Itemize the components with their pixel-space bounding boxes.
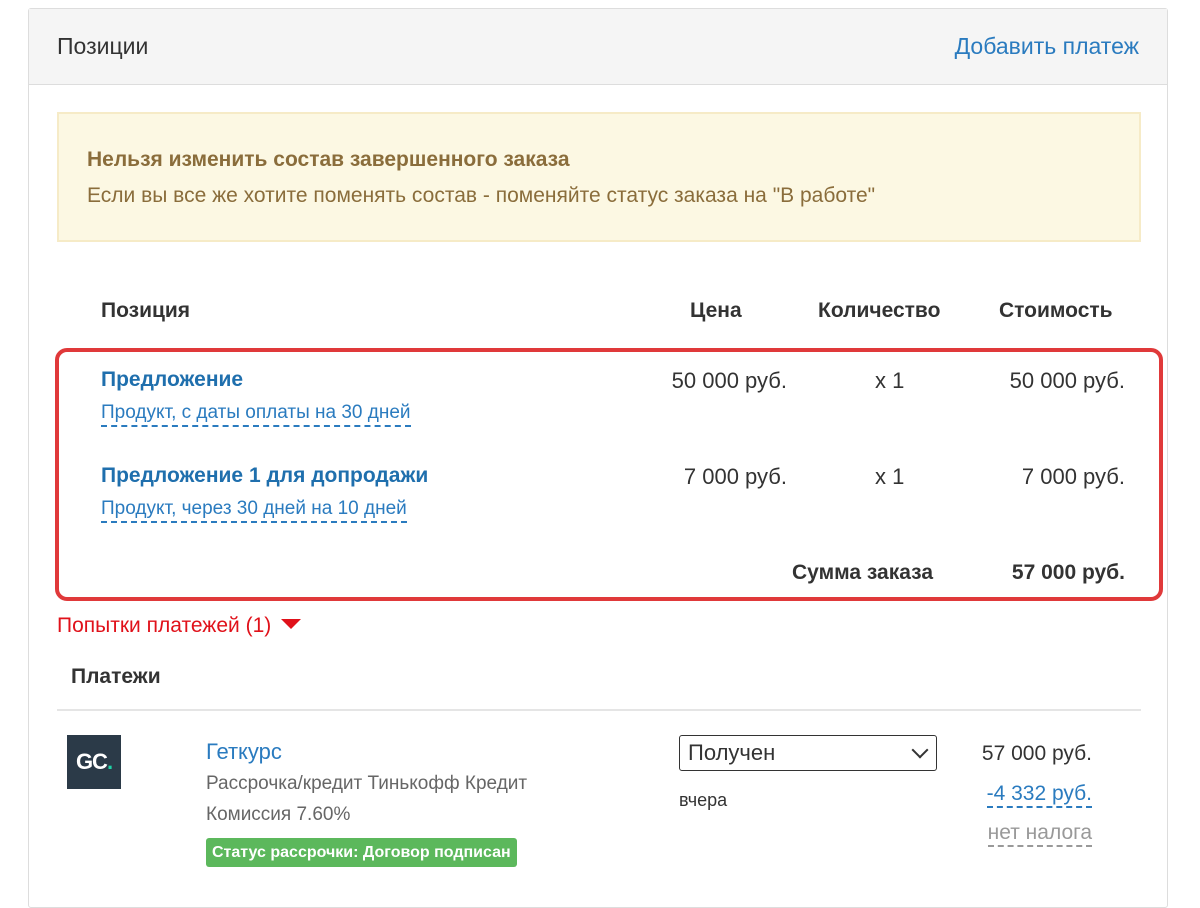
- warning-alert: Нельзя изменить состав завершенного зака…: [57, 112, 1141, 242]
- payment-provider-link[interactable]: Геткурс: [206, 739, 282, 765]
- payments-title: Платежи: [71, 665, 161, 688]
- panel-header: Позиции Добавить платеж: [29, 9, 1167, 85]
- logo-text: GC: [75, 749, 108, 774]
- position-name-link[interactable]: Предложение 1 для допродажи: [101, 464, 428, 488]
- payment-tax-link[interactable]: нет налога: [987, 821, 1092, 847]
- panel-title: Позиции: [57, 33, 149, 59]
- payment-commission: Комиссия 7.60%: [206, 804, 351, 825]
- alert-text: Если вы все же хотите поменять состав - …: [87, 184, 876, 207]
- payment-amount: 57 000 руб.: [981, 742, 1092, 765]
- chevron-down-icon: [911, 741, 929, 759]
- position-quantity: x 1: [875, 464, 905, 489]
- payment-status-select[interactable]: Получен: [679, 735, 937, 771]
- payment-method: Рассрочка/кредит Тинькофф Кредит: [206, 773, 528, 794]
- order-total-label: Сумма заказа: [792, 561, 934, 584]
- position-cost: 7 000 руб.: [1021, 464, 1125, 489]
- position-price: 50 000 руб.: [671, 368, 787, 393]
- caret-down-icon: [281, 619, 302, 630]
- add-payment-link[interactable]: Добавить платеж: [955, 33, 1139, 60]
- column-header-quantity: Количество: [818, 299, 941, 322]
- order-total-value: 57 000 руб.: [1011, 561, 1125, 584]
- payments-divider: [57, 709, 1141, 711]
- position-cost: 50 000 руб.: [1009, 368, 1125, 393]
- logo-dot: .: [106, 749, 113, 774]
- payment-status-value: Получен: [688, 740, 776, 765]
- getcourse-logo: GC.: [67, 735, 121, 789]
- position-quantity: x 1: [875, 368, 905, 393]
- payment-date: вчера: [679, 790, 728, 810]
- position-subtitle-link[interactable]: Продукт, через 30 дней на 10 дней: [101, 498, 407, 523]
- payment-attempts-label: Попытки платежей (1): [57, 614, 272, 637]
- payment-attempts-toggle[interactable]: Попытки платежей (1): [57, 614, 302, 638]
- positions-panel: Позиции Добавить платеж Нельзя изменить …: [28, 8, 1168, 908]
- position-price: 7 000 руб.: [683, 464, 787, 489]
- column-header-position: Позиция: [101, 299, 191, 322]
- alert-title: Нельзя изменить состав завершенного зака…: [87, 148, 570, 171]
- position-subtitle-link[interactable]: Продукт, с даты оплаты на 30 дней: [101, 402, 411, 427]
- column-header-price: Цена: [690, 299, 742, 322]
- position-name-link[interactable]: Предложение: [101, 368, 243, 392]
- installment-status-badge: Статус рассрочки: Договор подписан: [206, 838, 517, 867]
- payment-fee-link[interactable]: -4 332 руб.: [986, 782, 1092, 808]
- column-header-cost: Стоимость: [999, 299, 1113, 322]
